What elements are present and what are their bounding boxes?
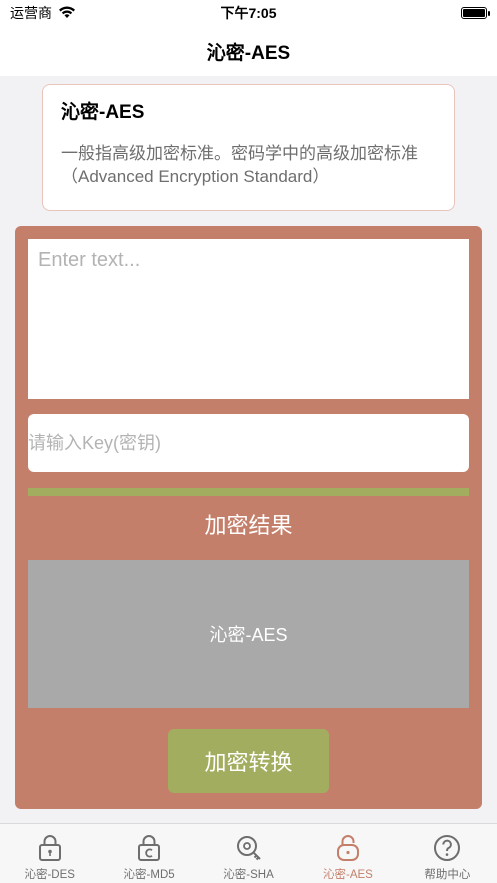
convert-button[interactable]: 加密转换 (168, 729, 329, 793)
encryption-panel: 加密结果 沁密-AES 加密转换 (15, 226, 482, 809)
nav-bar: 沁密-AES (0, 26, 497, 76)
tab-label: 沁密-SHA (223, 869, 274, 881)
result-value: 沁密-AES (209, 625, 288, 645)
key-icon (236, 836, 261, 861)
tab-des[interactable]: 沁密-DES (0, 824, 99, 883)
unlock-icon (336, 835, 359, 861)
tab-aes[interactable]: 沁密-AES (298, 824, 397, 883)
help-icon (434, 835, 461, 861)
wifi-icon (58, 5, 76, 22)
result-label: 加密结果 (204, 513, 293, 538)
tab-bar: 沁密-DES 沁密-MD5 沁密-SHA 沁密-AES 帮助中心 (0, 823, 497, 883)
carrier-label: 运营商 (10, 5, 52, 21)
tab-md5[interactable]: 沁密-MD5 (99, 824, 198, 883)
key-input[interactable] (28, 414, 469, 472)
status-left: 运营商 (10, 3, 76, 23)
plain-text-input[interactable] (28, 239, 469, 399)
divider-bar (28, 488, 469, 496)
tab-label: 帮助中心 (424, 869, 471, 881)
tab-label: 沁密-MD5 (123, 869, 175, 881)
tab-help[interactable]: 帮助中心 (398, 824, 497, 883)
lock-icon (38, 835, 61, 861)
battery-icon (461, 7, 490, 19)
info-card-title: 沁密-AES (61, 102, 145, 123)
tab-sha[interactable]: 沁密-SHA (199, 824, 298, 883)
result-output: 沁密-AES (28, 560, 469, 708)
page-title: 沁密-AES (206, 42, 291, 64)
status-bar: 运营商 下午7:05 (0, 0, 497, 26)
lock-c-icon (138, 835, 161, 861)
tab-label: 沁密-DES (24, 869, 75, 881)
tab-label: 沁密-AES (323, 869, 373, 881)
info-card-description: 一般指高级加密标准。密码学中的高级加密标准（Advanced Encryptio… (61, 144, 418, 186)
info-card: 沁密-AES 一般指高级加密标准。密码学中的高级加密标准（Advanced En… (42, 84, 455, 211)
